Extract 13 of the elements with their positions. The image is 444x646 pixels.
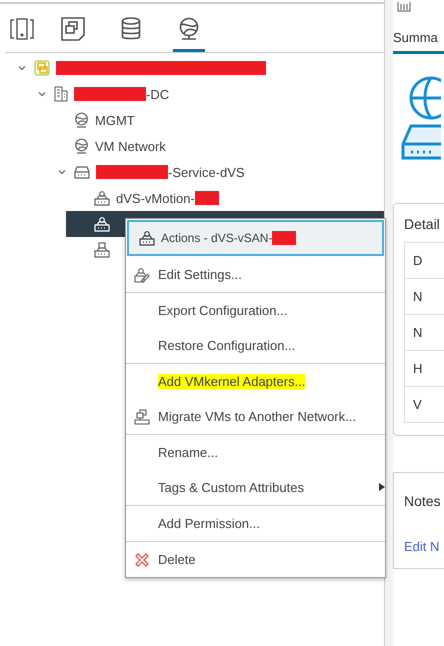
- tree-label: -Service-dVS: [168, 164, 245, 180]
- table-cell: H: [405, 351, 444, 387]
- table-cell: N: [405, 279, 444, 315]
- table-cell: D: [405, 243, 444, 279]
- menu-title: Actions - dVS-vSAN-: [161, 231, 272, 245]
- tree-label: VM Network: [95, 138, 166, 154]
- card-title: Notes: [404, 493, 442, 509]
- tree-label: MGMT: [95, 112, 135, 128]
- table-cell: N: [405, 315, 444, 351]
- table-cell-text: V: [412, 396, 423, 414]
- card-title: Detail: [404, 216, 441, 232]
- tree-label: -DC: [146, 86, 170, 102]
- tree-label: dVS-vMotion-: [116, 190, 195, 206]
